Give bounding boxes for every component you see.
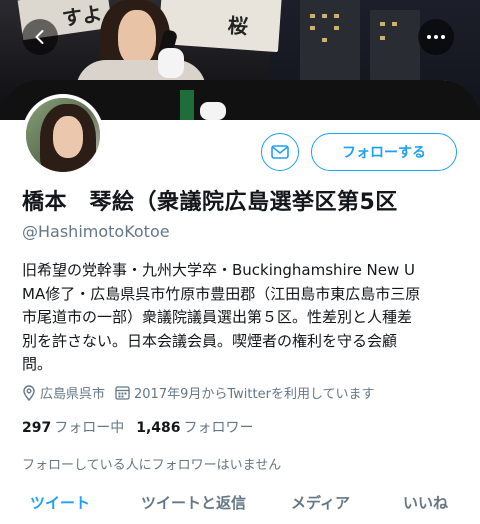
chevron-left-icon [35,30,44,44]
bio-line: 市尾道市の一部）衆議院議員選出第５区。性差別と人種差 [22,308,413,326]
joined-text: 2017年9月からTwitterを利用しています [134,387,375,402]
profile-name: 橋本 琴絵（衆議院広島選挙区第5区 [22,190,398,215]
following-label: フォロー中 [54,420,125,436]
more-options-button[interactable] [418,19,454,55]
followers-count: 1,486 [136,420,181,436]
profile-joined: 2017年9月からTwitterを利用しています [115,383,375,402]
location-text: 広島県呉市 [40,387,106,402]
profile-meta: 広島県呉市 2017年9月からTwitterを利用しています [22,383,385,402]
profile-tabs: ツイート ツイートと返信 メディア いいね [0,488,480,524]
banner-glove [158,48,184,78]
bio-line: 別を許さない。日本会議会員。喫煙者の権利を守る会顧 [22,331,398,350]
banner-window [392,22,397,26]
banner-window [334,14,339,18]
following-link[interactable]: 297 フォロー中 [22,417,124,437]
bio-line: 問。 [22,355,53,373]
envelope-icon [271,145,289,159]
banner-window [334,26,339,30]
following-count: 297 [22,420,52,436]
profile-handle: @HashimotoKotoe [22,222,170,241]
message-button[interactable] [261,133,299,171]
follow-button[interactable]: フォローする [311,133,457,171]
followers-you-know: フォローしている人にフォロワーはいません [22,458,282,473]
calendar-icon [115,386,130,400]
bio-line: 旧希望の党幹事・九州大学卒・Buckinghamshire New U [22,261,416,279]
banner-window [380,22,385,26]
back-button[interactable] [22,19,58,55]
avatar-face [53,116,83,158]
ellipsis-horizontal-icon [427,35,445,39]
banner-sign [158,0,282,53]
avatar[interactable] [22,94,104,176]
banner-window [380,36,385,40]
location-pin-icon [23,384,35,401]
followers-label: フォロワー [183,420,254,436]
banner-window [322,38,327,42]
tab-likes[interactable]: いいね [403,492,448,513]
follow-counts: 297 フォロー中 1,486 フォロワー [22,417,266,437]
profile-location: 広島県呉市 [22,383,105,402]
banner-window [322,14,327,18]
banner-window [310,26,315,30]
banner-sign-text: 桜 [227,13,249,39]
tab-media[interactable]: メディア [291,492,350,513]
banner-window [310,14,315,18]
banner-person-face [118,10,156,66]
followers-link[interactable]: 1,486 フォロワー [136,417,253,437]
bio-line: MA修了・広島県呉市竹原市豊田郡（江田島市東広島市三原 [22,284,421,303]
banner-sign-text: すよ [60,1,104,31]
banner-sash [180,90,194,120]
profile-bio: 旧希望の党幹事・九州大学卒・Buckinghamshire New U MA修了… [22,259,460,377]
tab-tweets-and-replies[interactable]: ツイートと返信 [141,492,246,513]
tab-tweets[interactable]: ツイート [30,492,90,513]
banner-glove [200,102,226,120]
